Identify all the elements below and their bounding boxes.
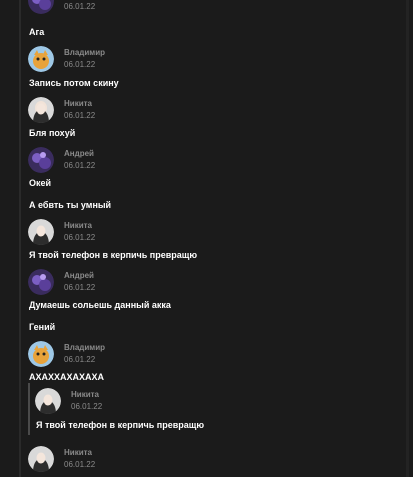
- message-header: Андрей 06.01.22: [28, 147, 328, 173]
- vladimir-avatar[interactable]: [28, 341, 54, 367]
- nikita-avatar[interactable]: [28, 97, 54, 123]
- chat-left-divider: [19, 0, 21, 477]
- quoted-message[interactable]: Никита 06.01.22 Я твой телефон в керпичь…: [28, 383, 388, 435]
- andrey-avatar[interactable]: [28, 269, 54, 295]
- message-author[interactable]: Владимир: [64, 343, 105, 352]
- message-text: А ебвть ты умный: [29, 200, 112, 210]
- message-time: 06.01.22: [64, 2, 96, 11]
- message-time: 06.01.22: [64, 355, 96, 364]
- quote-bar: [28, 383, 30, 435]
- message-text: Гений: [29, 322, 56, 332]
- message-header: Никита 06.01.22: [28, 446, 328, 472]
- message-author[interactable]: Андрей: [64, 271, 94, 280]
- message-author[interactable]: Никита: [64, 221, 92, 230]
- message-text: Ага: [29, 27, 45, 37]
- message-text: Окей: [29, 178, 52, 188]
- message-text: АХАХХАХАХАХА: [29, 372, 105, 382]
- andrey-avatar[interactable]: [28, 147, 54, 173]
- message-time: 06.01.22: [64, 111, 96, 120]
- scrollbar-track[interactable]: [406, 0, 409, 477]
- message-author[interactable]: Никита: [64, 99, 92, 108]
- message-header: 06.01.22: [28, 0, 328, 14]
- message-header: Никита 06.01.22: [28, 219, 328, 245]
- message-author[interactable]: Никита: [64, 448, 92, 457]
- nikita-avatar[interactable]: [28, 219, 54, 245]
- message-text: Думаешь сольешь данный акка: [29, 300, 171, 310]
- message-time: 06.01.22: [64, 460, 96, 469]
- message-time: 06.01.22: [64, 233, 96, 242]
- message-time: 06.01.22: [64, 161, 96, 170]
- vladimir-avatar[interactable]: [28, 46, 54, 72]
- nikita-avatar[interactable]: [28, 446, 54, 472]
- message-author[interactable]: Владимир: [64, 48, 105, 57]
- andrey-avatar[interactable]: [28, 0, 54, 14]
- chat-message-list[interactable]: 06.01.22 Ага Владимир 06.01.22 Запись по…: [23, 0, 413, 477]
- message-header: Владимир 06.01.22: [28, 341, 328, 367]
- message-time: 06.01.22: [64, 60, 96, 69]
- message-header: Владимир 06.01.22: [28, 46, 328, 72]
- quote-time: 06.01.22: [71, 402, 103, 411]
- message-author[interactable]: Андрей: [64, 149, 94, 158]
- quote-text: Я твой телефон в керпичь превращю: [36, 420, 205, 430]
- message-text: Бля похуй: [29, 128, 76, 138]
- message-text: Запись потом скину: [29, 78, 119, 88]
- message-time: 06.01.22: [64, 283, 96, 292]
- message-text: Я твой телефон в керпичь превращю: [29, 250, 198, 260]
- nikita-avatar[interactable]: [35, 388, 61, 414]
- message-header: Андрей 06.01.22: [28, 269, 328, 295]
- quote-author[interactable]: Никита: [71, 390, 99, 399]
- message-header: Никита 06.01.22: [28, 97, 328, 123]
